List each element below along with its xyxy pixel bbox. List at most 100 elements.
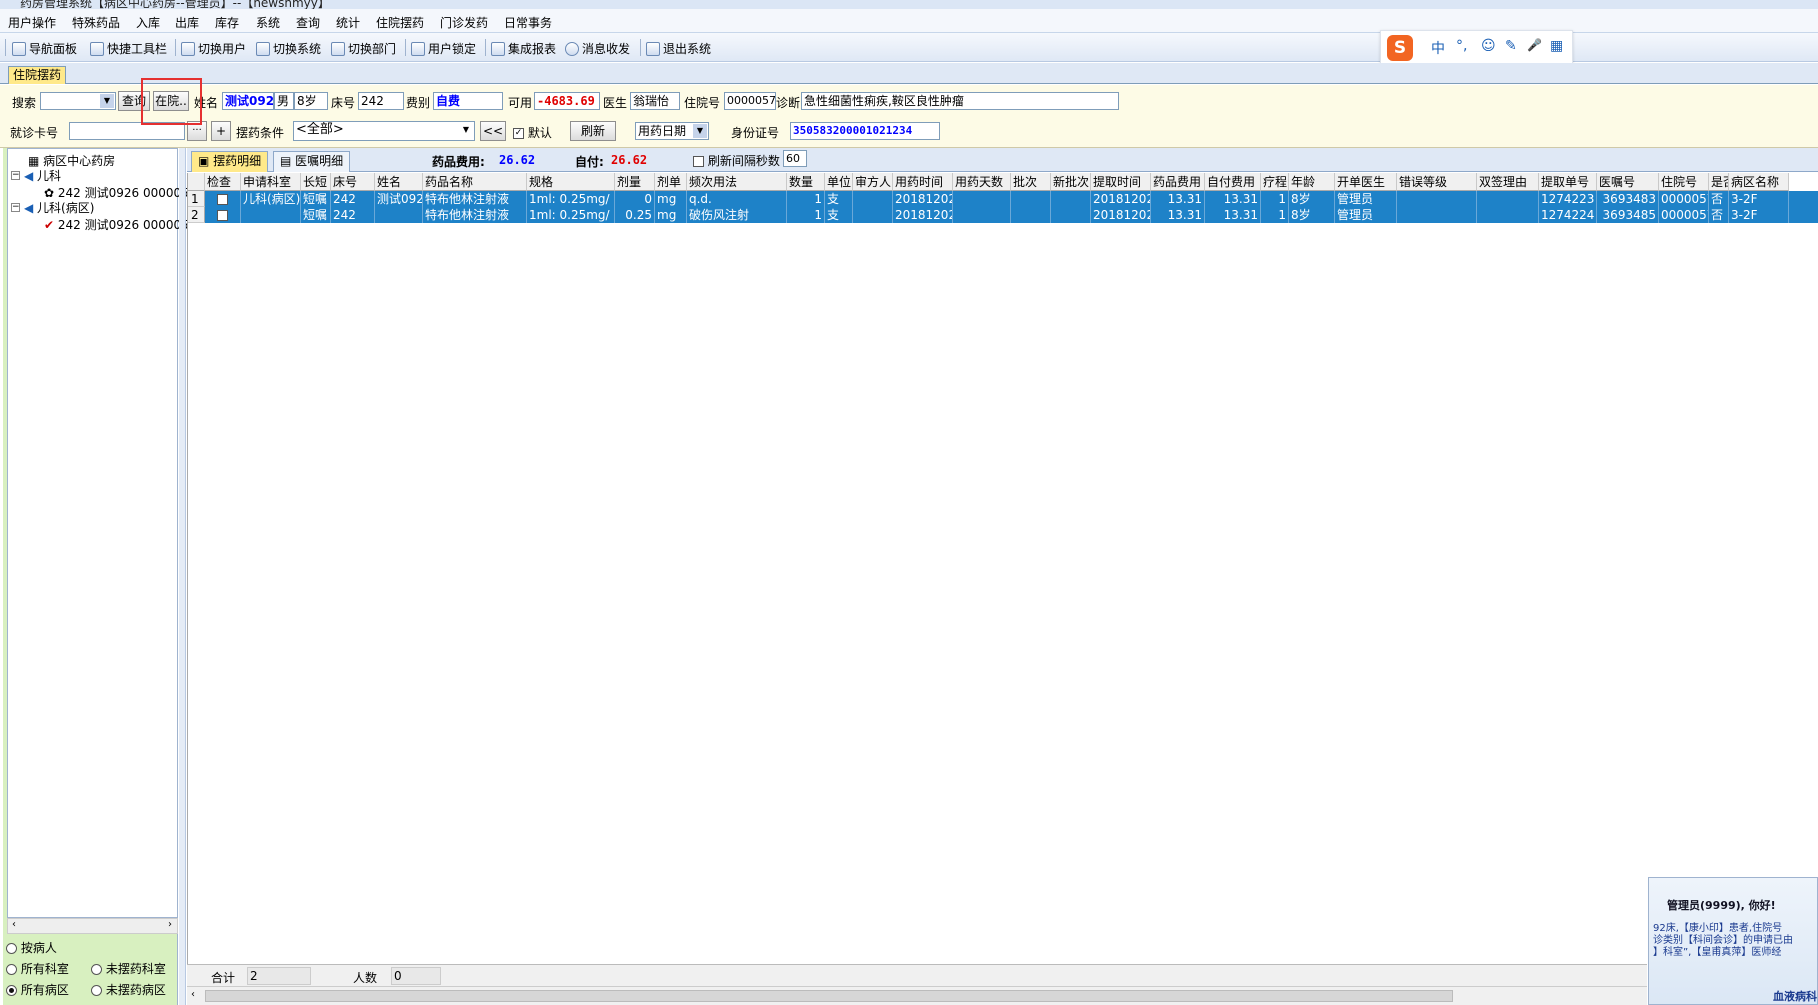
grid-column-header[interactable]: 自付费用 [1205,173,1261,191]
table-cell[interactable]: 否 [1709,191,1729,207]
row-check-cell[interactable] [205,191,241,207]
table-cell[interactable]: 13.31 [1205,207,1261,223]
fee-type-field[interactable]: 自费 [433,92,503,110]
grid-column-header[interactable]: 新批次 [1051,173,1091,191]
table-cell[interactable] [1397,191,1477,207]
toolbox-grid-icon[interactable]: ▦ [1550,38,1563,54]
table-cell[interactable]: 00000576 [1659,191,1709,207]
tab-order-detail[interactable]: ▤ 医嘱明细 [273,151,351,172]
table-cell[interactable]: 13.31 [1151,191,1205,207]
table-cell[interactable]: q.d. [687,191,787,207]
table-cell[interactable] [1011,207,1051,223]
table-cell[interactable] [953,191,1011,207]
emoji-icon[interactable]: ☺ [1481,38,1496,54]
grid-column-header[interactable]: 床号 [331,173,375,191]
grid-column-header[interactable]: 药品名称 [423,173,527,191]
tree-leaf-patient[interactable]: ✔ 242 测试0926 0000057 [44,216,196,233]
grid-column-header[interactable]: 用药时间 [893,173,953,191]
table-cell[interactable]: 儿科(病区) [241,191,301,207]
table-cell[interactable]: 242 [331,191,375,207]
table-cell[interactable] [1051,207,1091,223]
ime-lang-toggle[interactable]: 中 [1431,38,1445,58]
table-cell[interactable]: 否 [1709,207,1729,223]
back-button[interactable]: << [480,121,506,141]
grid-column-header[interactable]: 医嘱号 [1597,173,1659,191]
table-cell[interactable]: 管理员 [1335,207,1397,223]
table-cell[interactable]: 特布他林注射液 [423,191,527,207]
exit-system-button[interactable]: 退出系统 [646,40,711,57]
menu-inventory[interactable]: 库存 [215,14,239,31]
table-cell[interactable]: 支 [825,191,853,207]
table-cell[interactable]: 3-2F [1729,191,1789,207]
grid-column-header[interactable]: 审方人 [853,173,893,191]
ime-punct-toggle[interactable]: °, [1456,38,1467,54]
tree-node-pediatric-ward[interactable]: ◀ 儿科(病区) [24,199,94,216]
grid-column-header[interactable]: 剂量 [615,173,655,191]
table-cell[interactable] [375,207,423,223]
table-cell[interactable]: 20181202 [1091,207,1151,223]
grid-column-header[interactable]: 批次 [1011,173,1051,191]
grid-column-header[interactable]: 用药天数 [953,173,1011,191]
table-cell[interactable] [1477,191,1539,207]
table-cell[interactable]: 支 [825,207,853,223]
tree-node-pediatrics[interactable]: ◀ 儿科 [24,167,61,184]
grid-column-header[interactable]: 病区名称 [1729,173,1789,191]
sex-field[interactable]: 男 [274,92,294,110]
menu-inpatient-dispense[interactable]: 住院摆药 [376,14,424,31]
table-cell[interactable]: 3693485 [1597,207,1659,223]
default-checkbox[interactable]: ✓ [513,128,524,139]
sogou-logo-icon[interactable]: S [1387,35,1413,61]
tab-dispense-detail[interactable]: ▣ 摆药明细 [191,151,269,172]
grid-column-header[interactable]: 提取单号 [1539,173,1597,191]
menu-user-ops[interactable]: 用户操作 [8,14,56,31]
table-cell[interactable]: 破伤风注射 [687,207,787,223]
table-row[interactable]: 2 短嘱 242 特布他林注射液 1ml: 0.25mg/0.25 mg 破伤风注射 1 支 20… [188,207,1818,223]
table-cell[interactable] [1397,207,1477,223]
grid-hscroll[interactable]: ‹ [187,986,1647,1005]
scroll-thumb[interactable] [205,990,1453,1002]
row-check-cell[interactable] [205,207,241,223]
scroll-right-icon[interactable]: › [168,919,172,930]
table-cell[interactable]: 8岁 [1289,191,1335,207]
grid-column-header[interactable]: 开单医生 [1335,173,1397,191]
nav-panel-button[interactable]: 导航面板 [12,40,77,57]
tree-collapse-icon[interactable]: − [11,171,20,180]
table-cell[interactable]: 0.25 [615,207,655,223]
date-mode-select[interactable]: 用药日期 ▼ [635,122,709,140]
microphone-icon[interactable]: 🎤 [1527,38,1542,52]
table-cell[interactable]: 短嘱 [301,191,331,207]
row-checkbox[interactable] [217,194,228,205]
table-cell[interactable]: 管理员 [1335,191,1397,207]
all-wards-radio[interactable]: 所有病区 [6,981,69,998]
hosp-no-field[interactable]: 00000576 [724,92,776,110]
menu-stock-out[interactable]: 出库 [175,14,199,31]
table-cell[interactable]: 1274224 [1539,207,1597,223]
table-cell[interactable]: 1 [1261,207,1289,223]
tab-inpatient-dispense[interactable]: 住院摆药 [8,66,67,84]
search-combo[interactable]: ▼ [40,92,116,110]
grid-column-header[interactable]: 姓名 [375,173,423,191]
menu-system[interactable]: 系统 [256,14,280,31]
table-cell[interactable]: mg [655,191,687,207]
table-cell[interactable] [1477,207,1539,223]
by-patient-radio[interactable]: 按病人 [6,939,57,956]
grid-column-header[interactable]: 疗程 [1261,173,1289,191]
table-cell[interactable]: 00000576 [1659,207,1709,223]
menu-daily-affairs[interactable]: 日常事务 [504,14,552,31]
menu-outpatient-dispense[interactable]: 门诊发药 [440,14,488,31]
refresh-interval-checkbox[interactable] [693,156,704,167]
table-cell[interactable] [1011,191,1051,207]
grid-column-header[interactable]: 是否 [1709,173,1729,191]
table-cell[interactable]: 测试092( [375,191,423,207]
tree-collapse-icon[interactable]: − [11,203,20,212]
switch-system-button[interactable]: 切换系统 [256,40,321,57]
table-cell[interactable] [853,191,893,207]
table-cell[interactable] [241,207,301,223]
dispense-cond-select[interactable]: <全部> ▼ [293,121,475,141]
table-cell[interactable]: 13.31 [1205,191,1261,207]
default-checkbox-wrap[interactable]: ✓ 默认 [513,124,552,141]
table-cell[interactable]: 0 [615,191,655,207]
messages-button[interactable]: 消息收发 [565,40,630,57]
table-cell[interactable]: 3-2F [1729,207,1789,223]
table-cell[interactable] [953,207,1011,223]
